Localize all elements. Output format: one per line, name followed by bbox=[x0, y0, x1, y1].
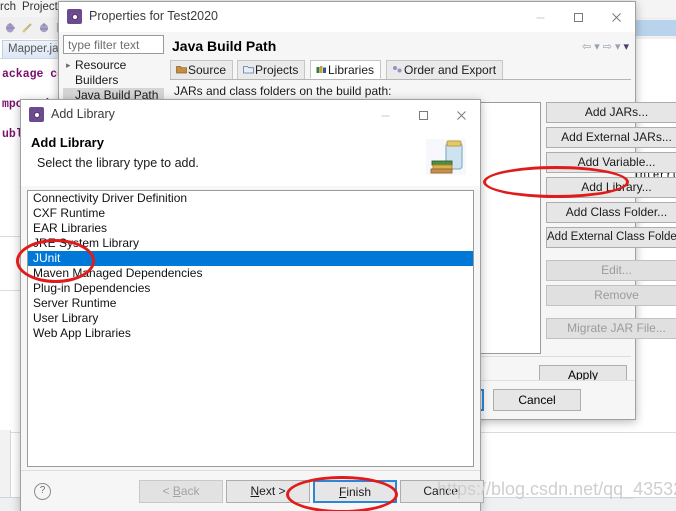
ide-left-edge-panel bbox=[0, 430, 11, 497]
list-item[interactable]: Server Runtime bbox=[28, 296, 473, 311]
external-tools-icon[interactable] bbox=[38, 21, 51, 34]
list-item[interactable]: Plug-in Dependencies bbox=[28, 281, 473, 296]
back-arrow-icon[interactable]: ⇦ bbox=[582, 40, 591, 53]
add-class-folder-button[interactable]: Add Class Folder... bbox=[546, 202, 676, 223]
forward-dropdown-icon[interactable]: ▾ bbox=[615, 40, 621, 53]
list-item[interactable]: JRE System Library bbox=[28, 236, 473, 251]
add-library-button[interactable]: Add Library... bbox=[546, 177, 676, 198]
libraries-icon bbox=[316, 61, 328, 79]
tab-source-label: Source bbox=[188, 63, 227, 77]
list-item[interactable]: EAR Libraries bbox=[28, 221, 473, 236]
menu-item-search[interactable]: rch bbox=[0, 1, 16, 13]
add-external-jars-button[interactable]: Add External JARs... bbox=[546, 127, 676, 148]
tab-libraries-label: Libraries bbox=[328, 63, 375, 77]
add-library-title-bar[interactable]: Add Library bbox=[21, 100, 480, 131]
chevron-right-icon[interactable]: ▸ bbox=[66, 58, 71, 73]
finish-button[interactable]: Finish bbox=[313, 480, 397, 503]
library-jar-books-icon bbox=[422, 133, 470, 181]
tab-projects-label: Projects bbox=[255, 63, 299, 77]
build-path-button-column[interactable]: Add JARs... Add External JARs... Add Var… bbox=[546, 102, 676, 343]
list-item[interactable]: Maven Managed Dependencies bbox=[28, 266, 473, 281]
help-question-icon[interactable]: ? bbox=[34, 483, 51, 500]
tree-item-builders[interactable]: Builders bbox=[63, 73, 164, 88]
forward-arrow-icon[interactable]: ⇨ bbox=[603, 40, 612, 53]
close-icon[interactable] bbox=[597, 2, 635, 32]
menu-item-project[interactable]: Project bbox=[22, 1, 58, 13]
debug-icon[interactable] bbox=[4, 21, 17, 34]
edit-button: Edit... bbox=[546, 260, 676, 281]
list-item[interactable]: User Library bbox=[28, 311, 473, 326]
tree-item-builders-label: Builders bbox=[75, 73, 119, 87]
tab-libraries[interactable]: Libraries bbox=[310, 60, 382, 79]
add-variable-button[interactable]: Add Variable... bbox=[546, 152, 676, 173]
add-library-subheading: Select the library type to add. bbox=[37, 156, 199, 170]
add-library-body: Connectivity Driver Definition CXF Runti… bbox=[21, 186, 480, 471]
button-gap-1 bbox=[546, 252, 676, 260]
button-gap-2 bbox=[546, 310, 676, 318]
tree-item-resource-label: Resource bbox=[75, 58, 127, 72]
tab-order-and-export[interactable]: Order and Export bbox=[386, 60, 504, 79]
list-item[interactable]: Web App Libraries bbox=[28, 326, 473, 341]
add-library-window-buttons[interactable] bbox=[366, 100, 480, 130]
menu-dropdown-icon[interactable]: ▾ bbox=[623, 40, 629, 53]
add-library-heading: Add Library bbox=[31, 135, 104, 150]
back-button: < Back bbox=[139, 480, 223, 503]
maximize-icon[interactable] bbox=[559, 2, 597, 32]
add-library-header: Add Library Select the library type to a… bbox=[21, 130, 480, 187]
tab-projects[interactable]: Projects bbox=[237, 60, 306, 79]
cancel-button[interactable]: Cancel bbox=[493, 389, 581, 411]
add-library-footer: ? < Back Next > Finish Cancel bbox=[21, 470, 484, 511]
maximize-icon[interactable] bbox=[404, 100, 442, 130]
screenshot-root: rch Project Mapper.jav ackage co mport j… bbox=[0, 0, 676, 511]
properties-window-buttons[interactable] bbox=[521, 2, 635, 32]
minimize-icon[interactable] bbox=[366, 100, 404, 130]
list-item[interactable]: Connectivity Driver Definition bbox=[28, 191, 473, 206]
tree-item-resource[interactable]: ▸ Resource bbox=[63, 58, 164, 73]
panel-description-label: JARs and class folders on the build path… bbox=[174, 84, 392, 98]
run-icon[interactable] bbox=[21, 21, 34, 34]
projects-icon bbox=[243, 61, 255, 79]
add-library-dialog[interactable]: Add Library Add Library Select the libra… bbox=[20, 99, 484, 511]
remove-button: Remove bbox=[546, 285, 676, 306]
tab-source[interactable]: Source bbox=[170, 60, 234, 79]
eclipse-app-icon bbox=[29, 107, 44, 122]
watermark-text: https://blog.csdn.net/qq_43532434 bbox=[437, 479, 676, 499]
tab-order-export-label: Order and Export bbox=[404, 63, 497, 77]
list-item[interactable]: CXF Runtime bbox=[28, 206, 473, 221]
eclipse-app-icon bbox=[67, 9, 82, 24]
build-path-tabs[interactable]: Source Projects Libraries Order and Expo… bbox=[170, 60, 631, 80]
order-export-icon bbox=[392, 61, 404, 79]
add-library-dialog-title: Add Library bbox=[51, 107, 115, 121]
next-button[interactable]: Next > bbox=[226, 480, 310, 503]
migrate-jar-file-button: Migrate JAR File... bbox=[546, 318, 676, 339]
minimize-icon[interactable] bbox=[521, 2, 559, 32]
list-item-junit-selected[interactable]: JUnit bbox=[28, 251, 473, 266]
add-jars-button[interactable]: Add JARs... bbox=[546, 102, 676, 123]
properties-title-bar[interactable]: Properties for Test2020 bbox=[59, 2, 635, 33]
filter-text-input[interactable]: type filter text bbox=[63, 35, 164, 54]
close-icon[interactable] bbox=[442, 100, 480, 130]
page-title: Java Build Path bbox=[172, 38, 277, 54]
library-type-list[interactable]: Connectivity Driver Definition CXF Runti… bbox=[27, 190, 474, 467]
properties-nav-arrows[interactable]: ⇦ ▾ ⇨ ▾ ▾ bbox=[582, 40, 629, 53]
properties-dialog-title: Properties for Test2020 bbox=[89, 9, 219, 23]
code-line-package: ackage co bbox=[2, 68, 65, 81]
source-folder-icon bbox=[176, 61, 188, 79]
back-dropdown-icon[interactable]: ▾ bbox=[594, 40, 600, 53]
add-external-class-folder-button[interactable]: Add External Class Folder... bbox=[546, 227, 676, 248]
